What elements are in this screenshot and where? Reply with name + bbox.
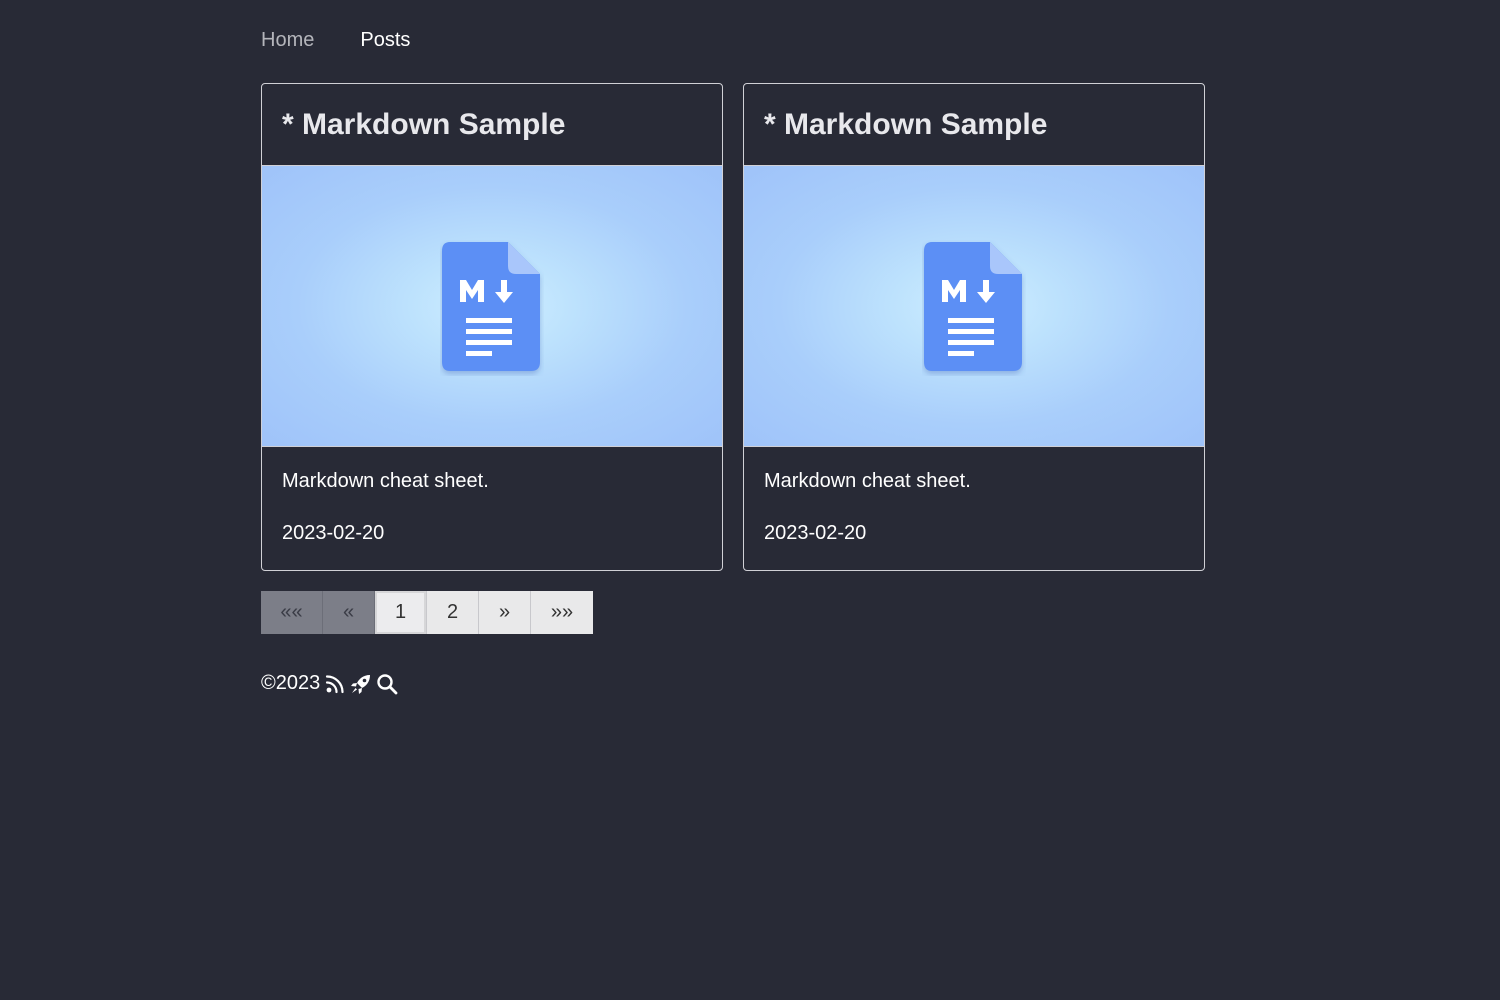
page-1-button[interactable]: 1	[375, 591, 427, 634]
copyright-text: ©2023	[261, 672, 321, 694]
post-summary: Markdown cheat sheet. 2023-02-20	[262, 447, 722, 545]
next-page-button[interactable]: »	[479, 591, 531, 634]
top-nav: Home Posts	[261, 28, 410, 52]
rss-icon[interactable]	[324, 673, 346, 695]
last-page-button[interactable]: »»	[531, 591, 593, 634]
pagination: «« « 1 2 » »»	[261, 591, 593, 634]
markdown-file-icon	[924, 242, 1022, 371]
page-2-button[interactable]: 2	[427, 591, 479, 634]
post-date: 2023-02-20	[764, 522, 867, 544]
markdown-file-icon	[442, 242, 540, 371]
first-page-button: ««	[261, 591, 323, 634]
post-description: Markdown cheat sheet.	[282, 470, 489, 492]
rocket-icon[interactable]	[350, 673, 372, 695]
post-title[interactable]: * Markdown Sample	[262, 84, 722, 166]
post-list: * Markdown Sample Markdown cheat sheet. …	[261, 83, 1205, 571]
post-card[interactable]: * Markdown Sample Markdown cheat sheet. …	[261, 83, 723, 571]
post-cover-image[interactable]	[262, 166, 722, 447]
post-description: Markdown cheat sheet.	[764, 470, 971, 492]
footer: ©2023	[261, 672, 398, 695]
nav-posts-link[interactable]: Posts	[360, 28, 410, 52]
post-title[interactable]: * Markdown Sample	[744, 84, 1204, 166]
prev-page-button: «	[323, 591, 375, 634]
nav-home-link[interactable]: Home	[261, 28, 314, 52]
post-cover-image[interactable]	[744, 166, 1204, 447]
post-card[interactable]: * Markdown Sample Markdown cheat sheet. …	[743, 83, 1205, 571]
search-icon[interactable]	[376, 673, 398, 695]
post-date: 2023-02-20	[282, 522, 385, 544]
post-summary: Markdown cheat sheet. 2023-02-20	[744, 447, 1204, 545]
